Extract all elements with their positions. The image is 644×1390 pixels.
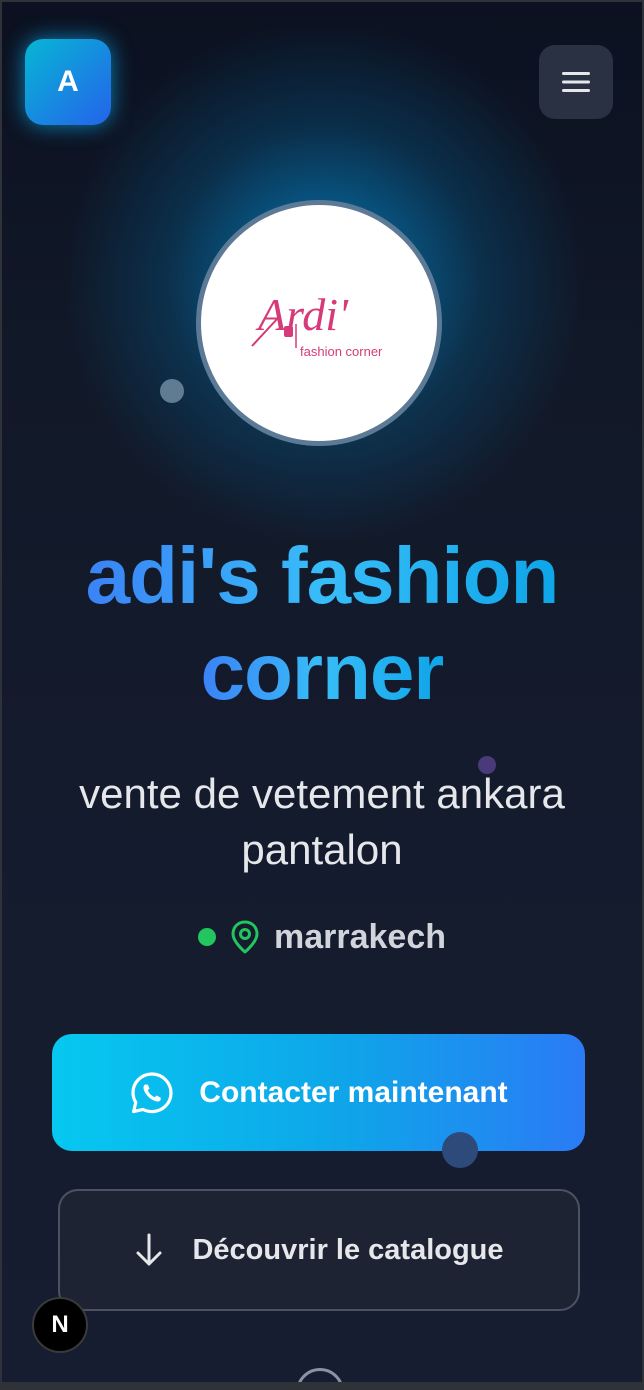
shop-logo: Ardi' fashion corner <box>196 200 442 446</box>
online-status-dot <box>197 928 216 946</box>
brand-logo-button[interactable]: A <box>25 39 111 125</box>
shop-logo-image: Ardi' fashion corner <box>251 289 383 359</box>
whatsapp-icon <box>131 1071 173 1113</box>
discover-catalog-label: Découvrir le catalogue <box>192 1233 504 1266</box>
shop-description: vente de vetement ankara pantalon <box>79 770 565 873</box>
contact-now-button[interactable]: Contacter maintenant <box>52 1034 585 1151</box>
nextjs-badge-label: N <box>51 1311 69 1338</box>
scroll-indicator[interactable] <box>296 1368 344 1382</box>
location-row: marrakech <box>2 912 642 962</box>
svg-text:Ardi': Ardi' <box>255 289 349 340</box>
discover-catalog-button[interactable]: Découvrir le catalogue <box>58 1189 580 1311</box>
location-pin-icon <box>231 920 259 954</box>
brand-initial: A <box>57 65 79 98</box>
location-label: marrakech <box>273 917 446 956</box>
svg-text:fashion corner: fashion corner <box>300 344 383 359</box>
arrow-down-icon <box>136 1233 162 1266</box>
hamburger-menu-icon <box>562 72 590 92</box>
shop-title: adi's fashion corner <box>2 528 642 720</box>
shop-title-line2: corner <box>200 627 445 716</box>
menu-button[interactable] <box>539 45 613 119</box>
decor-dot <box>442 1132 478 1168</box>
app-screen: A Ardi' fashion corner adi's fashion cor… <box>2 2 642 1382</box>
decor-dot <box>160 379 184 403</box>
nextjs-devtools-badge[interactable]: N <box>32 1297 88 1353</box>
shop-title-line1: adi's fashion <box>85 531 560 620</box>
device-frame: A Ardi' fashion corner adi's fashion cor… <box>0 0 644 1390</box>
contact-now-label: Contacter maintenant <box>199 1075 508 1109</box>
